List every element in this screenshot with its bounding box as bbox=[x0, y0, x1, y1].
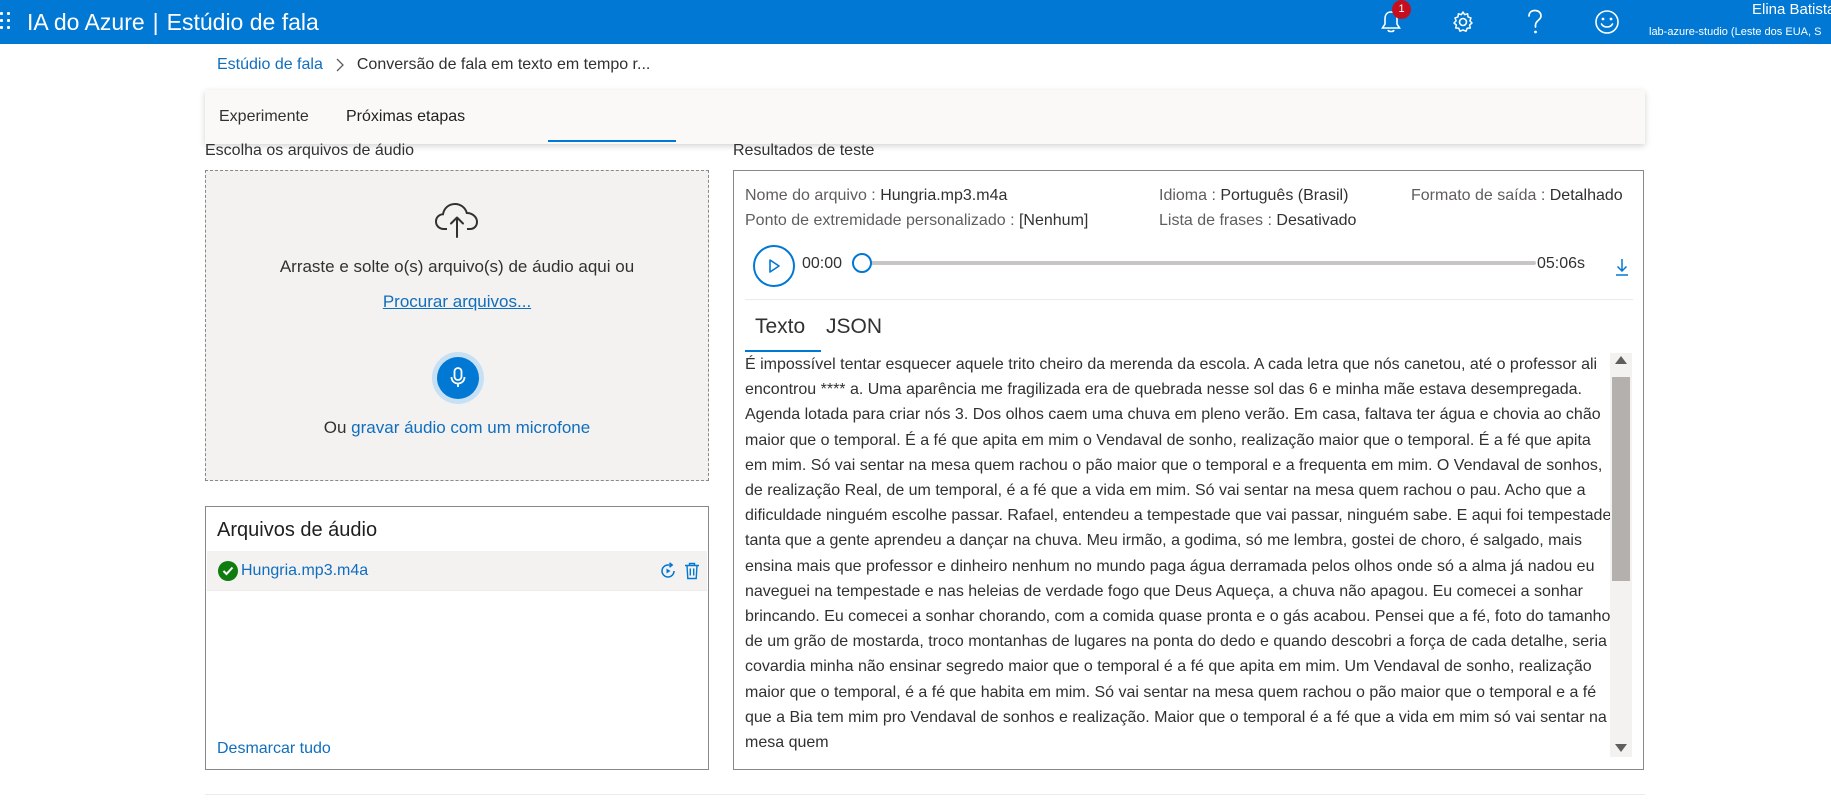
chevron-right-icon bbox=[335, 58, 345, 72]
download-icon[interactable] bbox=[1614, 257, 1630, 277]
phrase-list-label: Lista de frases : bbox=[1159, 212, 1272, 229]
audio-file-name[interactable]: Hungria.mp3.m4a bbox=[241, 562, 368, 580]
breadcrumb: Estúdio de fala Conversão de fala em tex… bbox=[217, 56, 650, 74]
duration: 05:06s bbox=[1537, 255, 1586, 272]
current-time: 00:00 bbox=[802, 255, 843, 272]
endpoint-meta: Ponto de extremidade personalizado : [Ne… bbox=[745, 212, 1088, 230]
upload-section-title: Escolha os arquivos de áudio bbox=[205, 142, 415, 159]
scrollbar-thumb[interactable] bbox=[1612, 377, 1630, 581]
active-tab-indicator bbox=[548, 140, 676, 142]
phrase-list-value: Desativado bbox=[1276, 212, 1357, 229]
studio-name: Estúdio de fala bbox=[166, 9, 319, 35]
cloud-upload-icon bbox=[434, 201, 480, 239]
results-panel: Nome do arquivo : Hungria.mp3.m4a Idioma… bbox=[733, 170, 1644, 770]
gear-icon[interactable] bbox=[1447, 6, 1479, 38]
app-title[interactable]: IA do Azure | Estúdio de fala bbox=[27, 6, 319, 38]
user-name[interactable]: Elina Batista bbox=[1752, 1, 1831, 18]
record-audio-line: Ou gravar áudio com um microfone bbox=[206, 418, 708, 438]
tab-next-steps[interactable]: Próximas etapas bbox=[346, 108, 465, 126]
endpoint-label: Ponto de extremidade personalizado : bbox=[745, 212, 1015, 229]
language-label: Idioma : bbox=[1159, 187, 1216, 204]
transcript-text: É impossível tentar esquecer aquele trit… bbox=[745, 356, 1612, 752]
file-name-value: Hungria.mp3.m4a bbox=[880, 187, 1008, 204]
breadcrumb-root-link[interactable]: Estúdio de fala bbox=[217, 56, 323, 74]
results-section-title: Resultados de teste bbox=[733, 142, 875, 159]
file-dropzone[interactable]: Arraste e solte o(s) arquivo(s) de áudio… bbox=[205, 170, 709, 481]
check-circle-icon bbox=[218, 561, 238, 581]
record-audio-link[interactable]: gravar áudio com um microfone bbox=[351, 418, 590, 437]
transcript-scrollbar[interactable] bbox=[1610, 353, 1632, 757]
browse-files-link: Procurar arquivos... bbox=[206, 292, 708, 312]
file-name-meta: Nome do arquivo : Hungria.mp3.m4a bbox=[745, 187, 1007, 205]
title-separator: | bbox=[152, 9, 159, 35]
microphone-icon bbox=[437, 357, 479, 399]
tabs-panel: Experimente Próximas etapas bbox=[205, 90, 1645, 144]
output-format-meta: Formato de saída : Detalhado bbox=[1411, 187, 1623, 205]
page-bottom-divider bbox=[205, 794, 1645, 795]
tab-experiment[interactable]: Experimente bbox=[219, 108, 309, 126]
tab-json[interactable]: JSON bbox=[826, 315, 882, 339]
smiley-icon[interactable] bbox=[1591, 6, 1623, 38]
play-button[interactable] bbox=[753, 245, 795, 287]
scroll-up-icon[interactable] bbox=[1615, 356, 1627, 364]
output-format-value: Detalhado bbox=[1549, 187, 1623, 204]
tab-text[interactable]: Texto bbox=[755, 315, 805, 339]
record-prefix: Ou bbox=[323, 418, 352, 437]
product-name: IA do Azure bbox=[27, 9, 145, 35]
list-item[interactable]: Hungria.mp3.m4a bbox=[207, 551, 707, 591]
waffle-icon[interactable] bbox=[0, 12, 14, 32]
top-bar: IA do Azure | Estúdio de fala 1 Elina Bati… bbox=[0, 0, 1831, 44]
breadcrumb-current: Conversão de fala em texto em tempo r... bbox=[356, 56, 651, 73]
phrase-list-meta: Lista de frases : Desativado bbox=[1159, 212, 1356, 230]
refresh-icon[interactable] bbox=[658, 561, 678, 581]
audio-files-panel: Arquivos de áudio Hungria.mp3.m4a Desmar… bbox=[205, 506, 709, 770]
record-mic-button[interactable] bbox=[432, 352, 484, 404]
help-icon[interactable] bbox=[1519, 6, 1551, 38]
audio-files-title: Arquivos de áudio bbox=[217, 519, 378, 541]
endpoint-value: [Nenhum] bbox=[1018, 212, 1089, 229]
scroll-down-icon[interactable] bbox=[1615, 744, 1627, 752]
audio-progress-thumb[interactable] bbox=[852, 253, 872, 273]
divider bbox=[745, 299, 1633, 300]
play-icon bbox=[769, 259, 780, 273]
drop-instructions: Arraste e solte o(s) arquivo(s) de áudio… bbox=[279, 257, 635, 276]
output-format-label: Formato de saída : bbox=[1411, 187, 1546, 204]
browse-files-link-text[interactable]: Procurar arquivos... bbox=[383, 292, 531, 311]
file-name-label: Nome do arquivo : bbox=[745, 187, 876, 204]
trash-icon[interactable] bbox=[682, 561, 702, 581]
notification-badge: 1 bbox=[1392, 0, 1411, 19]
language-meta: Idioma : Português (Brasil) bbox=[1159, 187, 1348, 205]
deselect-all-link[interactable]: Desmarcar tudo bbox=[217, 740, 331, 758]
language-value: Português (Brasil) bbox=[1220, 187, 1349, 204]
audio-progress-track[interactable] bbox=[869, 261, 1536, 265]
user-tenant[interactable]: lab-azure-studio (Leste dos EUA, S bbox=[1649, 26, 1821, 38]
